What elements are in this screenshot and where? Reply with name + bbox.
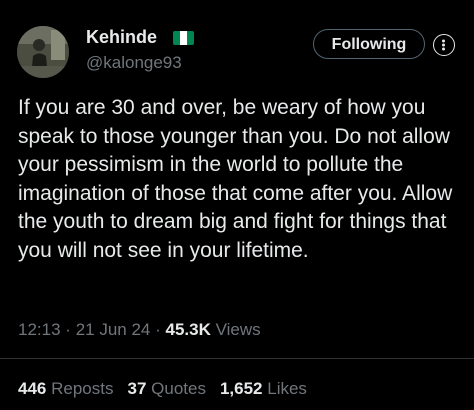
- tweet-text: If you are 30 and over, be weary of how …: [18, 96, 453, 262]
- reposts-stat[interactable]: 446 Reposts: [18, 379, 113, 398]
- likes-label: Likes: [267, 379, 307, 398]
- divider: [0, 358, 474, 359]
- reposts-label: Reposts: [51, 379, 114, 398]
- tweet-date[interactable]: 21 Jun 24: [76, 320, 151, 339]
- tweet-time[interactable]: 12:13: [18, 320, 61, 339]
- meta-separator: ·: [65, 320, 71, 339]
- engagement-stats: 446 Reposts 37 Quotes 1,652 Likes: [18, 379, 307, 399]
- more-options-icon[interactable]: [433, 34, 455, 56]
- quotes-count: 37: [127, 379, 147, 398]
- meta-separator: ·: [155, 320, 161, 339]
- following-button[interactable]: Following: [313, 29, 425, 59]
- quotes-stat[interactable]: 37 Quotes: [127, 379, 205, 398]
- nigeria-flag-icon: [173, 31, 194, 45]
- likes-count: 1,652: [219, 379, 263, 398]
- reposts-count: 446: [18, 379, 47, 398]
- likes-stat[interactable]: 1,652 Likes: [220, 379, 307, 398]
- tweet-meta: 12:13 · 21 Jun 24 · 45.3K Views: [18, 320, 261, 340]
- tweet-card: Kehinde @kalonge93 Following If you are …: [0, 0, 474, 410]
- views-count: 45.3K: [165, 320, 211, 339]
- author-display-name[interactable]: Kehinde: [86, 27, 157, 48]
- author-handle[interactable]: @kalonge93: [86, 53, 182, 73]
- views-label: Views: [215, 320, 261, 339]
- avatar[interactable]: [17, 26, 69, 78]
- quotes-label: Quotes: [151, 379, 206, 398]
